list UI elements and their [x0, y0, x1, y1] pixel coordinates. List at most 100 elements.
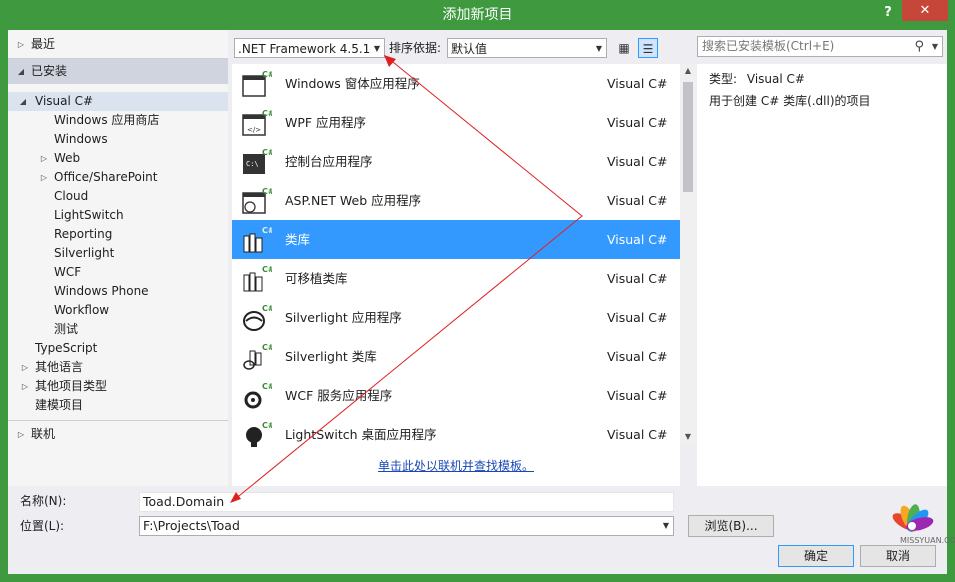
template-name: WCF 服务应用程序: [285, 388, 393, 403]
tree-label: 其他项目类型: [35, 379, 108, 393]
tree-item-other-project-types[interactable]: ▷ 其他项目类型: [8, 377, 228, 396]
location-value: F:\Projects\Toad: [143, 518, 240, 533]
ok-button[interactable]: 确定: [778, 545, 854, 567]
template-language: Visual C#: [607, 115, 668, 130]
help-button[interactable]: ?: [878, 2, 898, 24]
tree-item-recent[interactable]: ▷ 最近: [8, 32, 228, 57]
template-row[interactable]: C# LightSwitch 桌面应用程序 Visual C#: [232, 415, 680, 454]
tree-item-online[interactable]: ▷ 联机: [8, 422, 228, 447]
tree-label: Windows Phone: [54, 284, 149, 298]
close-button[interactable]: ✕: [902, 0, 948, 21]
expand-arrow-icon[interactable]: ▷: [16, 32, 26, 57]
collapse-arrow-icon[interactable]: ◢: [16, 59, 26, 84]
watermark-text: MISSYUAN.COM: [900, 536, 955, 545]
template-name: 类库: [285, 232, 311, 247]
list-view-icon[interactable]: ☰: [638, 38, 658, 58]
tree-label: 其他语言: [35, 360, 84, 374]
sort-select[interactable]: 默认值 ▼: [447, 38, 607, 58]
detail-description: 用于创建 C# 类库(.dll)的项目: [709, 94, 871, 108]
svg-text:</>: </>: [247, 126, 261, 134]
type-value: Visual C#: [746, 72, 805, 86]
template-row[interactable]: C# 可移植类库 Visual C#: [232, 259, 680, 298]
template-row[interactable]: C# Windows 窗体应用程序 Visual C#: [232, 64, 680, 103]
dialog-body: ▷ 最近 ◢ 已安装 ◢ Visual C# Windows 应用商店 Wind…: [8, 30, 947, 574]
chevron-down-icon[interactable]: ▼: [932, 37, 938, 56]
framework-value: .NET Framework 4.5.1: [238, 42, 371, 56]
svg-text:C:\: C:\: [246, 160, 259, 168]
collapse-arrow-icon[interactable]: ◢: [18, 92, 28, 111]
expand-arrow-icon[interactable]: ▷: [39, 168, 49, 187]
name-field[interactable]: Toad.Domain: [139, 492, 674, 512]
expand-arrow-icon[interactable]: ▷: [20, 358, 30, 377]
tree-item-workflow[interactable]: Workflow: [8, 301, 228, 320]
tree-item-windows-store[interactable]: Windows 应用商店: [8, 111, 228, 130]
tree-item-wcf[interactable]: WCF: [8, 263, 228, 282]
tree-item-lightswitch[interactable]: LightSwitch: [8, 206, 228, 225]
tree-label: 测试: [54, 322, 79, 336]
template-row[interactable]: C# WCF 服务应用程序 Visual C#: [232, 376, 680, 415]
expand-arrow-icon[interactable]: ▷: [39, 149, 49, 168]
scroll-up-icon[interactable]: ▲: [680, 64, 696, 78]
tree-item-cloud[interactable]: Cloud: [8, 187, 228, 206]
scroll-down-icon[interactable]: ▼: [680, 430, 696, 444]
tree-label: Visual C#: [35, 94, 94, 108]
expand-arrow-icon[interactable]: ▷: [20, 377, 30, 396]
search-input[interactable]: 搜索已安装模板(Ctrl+E) ⚲ ▼: [697, 36, 943, 57]
tree-item-office[interactable]: ▷ Office/SharePoint: [8, 168, 228, 187]
svg-text:C#: C#: [262, 109, 272, 118]
cancel-button[interactable]: 取消: [860, 545, 936, 567]
search-icon[interactable]: ⚲: [914, 37, 924, 56]
divider: [8, 420, 228, 421]
template-row-selected[interactable]: C# 类库 Visual C#: [232, 220, 680, 259]
console-icon: C:\C#: [243, 148, 272, 174]
name-value: Toad.Domain: [143, 494, 225, 509]
browse-button[interactable]: 浏览(B)...: [688, 515, 774, 537]
tree-item-reporting[interactable]: Reporting: [8, 225, 228, 244]
tree-item-web[interactable]: ▷ Web: [8, 149, 228, 168]
tree-label: Cloud: [54, 189, 89, 203]
template-row[interactable]: </>C# WPF 应用程序 Visual C#: [232, 103, 680, 142]
template-name: Silverlight 类库: [285, 349, 377, 364]
scroll-thumb[interactable]: [683, 82, 693, 192]
framework-select[interactable]: .NET Framework 4.5.1 ▼: [234, 38, 385, 58]
tree-item-silverlight[interactable]: Silverlight: [8, 244, 228, 263]
template-tree: ▷ 最近 ◢ 已安装 ◢ Visual C# Windows 应用商店 Wind…: [8, 30, 228, 486]
template-language: Visual C#: [607, 388, 668, 403]
detail-type: 类型: Visual C#: [709, 68, 805, 90]
class-library-icon: C#: [243, 226, 272, 253]
tree-label: Office/SharePoint: [54, 170, 158, 184]
winforms-icon: C#: [242, 70, 272, 97]
tree-label: Windows: [54, 132, 108, 146]
wpf-icon: </>C#: [242, 109, 272, 136]
template-list: C# Windows 窗体应用程序 Visual C# </>C# WPF 应用…: [232, 64, 680, 486]
tree-label: Workflow: [54, 303, 110, 317]
svg-text:C#: C#: [262, 304, 272, 313]
online-templates-link[interactable]: 单击此处以联机并查找模板。: [232, 458, 680, 474]
tree-item-other-languages[interactable]: ▷ 其他语言: [8, 358, 228, 377]
template-row[interactable]: C# Silverlight 应用程序 Visual C#: [232, 298, 680, 337]
svg-text:C#: C#: [262, 421, 272, 430]
location-label: 位置(L):: [20, 519, 65, 533]
template-language: Visual C#: [607, 271, 668, 286]
expand-arrow-icon[interactable]: ▷: [16, 422, 26, 447]
grid-view-icon[interactable]: ▦: [614, 38, 634, 58]
tree-label: 建模项目: [35, 398, 84, 412]
template-row[interactable]: C:\C# 控制台应用程序 Visual C#: [232, 142, 680, 181]
name-label: 名称(N):: [20, 494, 67, 508]
tree-item-modeling[interactable]: 建模项目: [8, 396, 228, 415]
location-field[interactable]: F:\Projects\Toad ▼: [139, 516, 674, 536]
svg-text:C#: C#: [262, 343, 272, 352]
template-row[interactable]: C# Silverlight 类库 Visual C#: [232, 337, 680, 376]
tree-item-visual-csharp[interactable]: ◢ Visual C#: [8, 92, 228, 111]
svg-text:C#: C#: [262, 226, 272, 235]
details-panel: 类型: Visual C# 用于创建 C# 类库(.dll)的项目: [697, 64, 947, 486]
template-list-scrollbar[interactable]: ▲ ▼: [680, 64, 696, 444]
tree-item-test[interactable]: 测试: [8, 320, 228, 339]
tree-item-windows[interactable]: Windows: [8, 130, 228, 149]
tree-item-typescript[interactable]: TypeScript: [8, 339, 228, 358]
svg-text:C#: C#: [262, 148, 272, 157]
template-row[interactable]: C# ASP.NET Web 应用程序 Visual C#: [232, 181, 680, 220]
tree-item-installed[interactable]: ◢ 已安装: [8, 59, 228, 84]
chevron-down-icon[interactable]: ▼: [663, 517, 669, 535]
tree-item-windows-phone[interactable]: Windows Phone: [8, 282, 228, 301]
